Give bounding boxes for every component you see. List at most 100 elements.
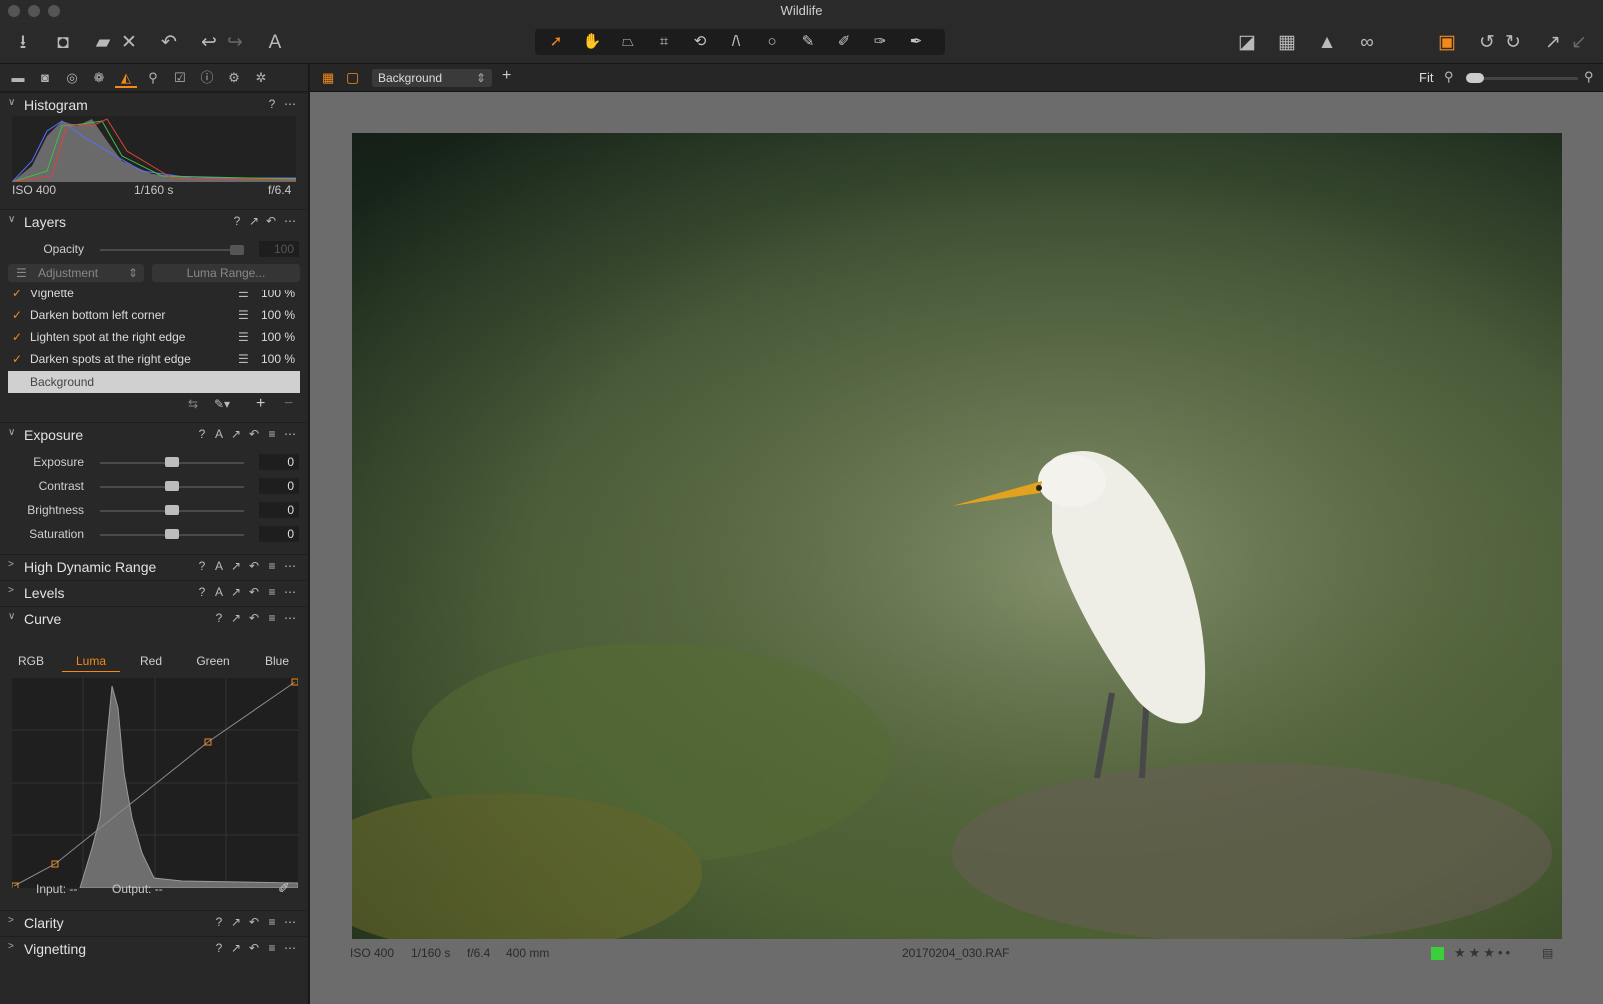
output-icon[interactable]: ⚙ — [223, 68, 245, 88]
reset-icon[interactable]: ↶ — [246, 427, 262, 441]
reset-icon[interactable]: ↶ — [246, 915, 262, 929]
copy-icon[interactable]: ↗ — [228, 585, 244, 599]
presets-icon[interactable]: ≡ — [264, 941, 280, 955]
reset-icon[interactable]: ↶ — [246, 559, 262, 573]
lens-icon[interactable]: ◎ — [61, 68, 83, 88]
more-icon[interactable]: ⋯ — [282, 941, 298, 955]
hdr-header[interactable]: > High Dynamic Range ? A ↗ ↶ ≡ ⋯ — [0, 554, 309, 579]
main-photo[interactable] — [352, 133, 1562, 939]
spot-tool-icon[interactable]: ○ — [755, 29, 789, 55]
auto-icon[interactable]: A — [211, 559, 227, 573]
brush-dropdown-icon[interactable]: ✎▾ — [214, 397, 230, 411]
layers-header[interactable]: ∨ Layers ? ↗ ↶ ⋯ — [0, 209, 309, 234]
capture-icon[interactable]: ◙ — [34, 68, 56, 88]
copy-icon[interactable]: ↗ — [246, 214, 262, 228]
redo-icon[interactable]: ↪ — [222, 30, 248, 56]
camera-icon[interactable]: ◘ — [50, 30, 76, 56]
brightness-knob[interactable] — [165, 505, 179, 515]
picker-icon[interactable]: ✐ — [278, 880, 290, 897]
help-icon[interactable]: ? — [211, 941, 227, 955]
apply-adjustments-icon[interactable]: ↙ — [1566, 30, 1592, 56]
auto-icon[interactable]: A — [211, 585, 227, 599]
auto-adjust-icon[interactable]: A — [262, 30, 288, 56]
presets-icon[interactable]: ≡ — [264, 585, 280, 599]
help-icon[interactable]: ? — [229, 214, 245, 228]
single-view-icon[interactable]: ▢ — [346, 69, 359, 86]
layer-select[interactable]: Background ⇕ — [372, 69, 492, 87]
more-icon[interactable]: ⋯ — [282, 611, 298, 625]
presets-icon[interactable]: ≡ — [264, 427, 280, 441]
exposure-value[interactable]: 0 — [259, 454, 299, 470]
star-rating[interactable]: ★★★•• — [1454, 945, 1513, 961]
multi-view-icon[interactable]: ▦ — [322, 70, 334, 86]
layer-row[interactable]: ✓ Darken bottom left corner ☰ 100 % — [8, 304, 300, 326]
reset-icon[interactable]: ↶ — [263, 214, 279, 228]
minimize-window-button[interactable] — [28, 5, 40, 17]
move-to-folder-icon[interactable]: ▰ — [90, 30, 116, 56]
copy-icon[interactable]: ↗ — [228, 559, 244, 573]
brightness-value[interactable]: 0 — [259, 502, 299, 518]
add-layer-icon[interactable]: + — [256, 395, 265, 413]
brush-tool-icon[interactable]: ✎ — [791, 29, 825, 55]
opacity-slider[interactable] — [100, 249, 244, 251]
checkmark-icon[interactable]: ✓ — [12, 304, 22, 326]
exposure-warning-icon[interactable]: ▲ — [1314, 30, 1340, 56]
histogram-header[interactable]: ∨ Histogram ? ⋯ — [0, 92, 309, 117]
swap-icon[interactable]: ⇆ — [188, 397, 198, 411]
import-icon[interactable]: ⭳ — [10, 30, 36, 56]
exposure-knob[interactable] — [165, 457, 179, 467]
copy-icon[interactable]: ↗ — [228, 611, 244, 625]
auto-icon[interactable]: A — [211, 427, 227, 441]
help-icon[interactable]: ? — [194, 427, 210, 441]
pen-tool-icon[interactable]: ✒ — [899, 29, 933, 55]
presets-icon[interactable]: ≡ — [264, 611, 280, 625]
gradient-tool-icon[interactable]: ✑ — [863, 29, 897, 55]
vignetting-header[interactable]: > Vignetting ? ↗ ↶ ≡ ⋯ — [0, 936, 309, 961]
erase-tool-icon[interactable]: ✐ — [827, 29, 861, 55]
curve-tab-rgb[interactable]: RGB — [2, 654, 60, 668]
curve-tab-red[interactable]: Red — [122, 654, 180, 668]
help-icon[interactable]: ? — [264, 97, 280, 111]
rotate-tool-icon[interactable]: ⟲ — [683, 29, 717, 55]
exposure-tab-icon[interactable]: ◭ — [115, 68, 137, 88]
more-icon[interactable]: ⋯ — [282, 97, 298, 111]
close-window-button[interactable] — [8, 5, 20, 17]
adjustment-select[interactable]: ☰ Adjustment ⇕ — [8, 264, 144, 282]
delete-icon[interactable]: ✕ — [116, 30, 142, 56]
add-layer-icon[interactable]: + — [502, 67, 511, 85]
copy-icon[interactable]: ↗ — [228, 915, 244, 929]
levels-header[interactable]: > Levels ? A ↗ ↶ ≡ ⋯ — [0, 580, 309, 605]
copy-adjustments-icon[interactable]: ↗ — [1540, 30, 1566, 56]
list-icon[interactable]: ▤ — [1542, 946, 1553, 960]
zoom-knob[interactable] — [1466, 73, 1484, 83]
reset-icon[interactable]: ↶ — [246, 611, 262, 625]
reset-icon[interactable]: ↶ — [156, 30, 182, 56]
undo-icon[interactable]: ↩ — [196, 30, 222, 56]
proof-icon[interactable]: ∞ — [1354, 30, 1380, 56]
keystone-tool-icon[interactable]: ⏢ — [611, 29, 645, 55]
help-icon[interactable]: ? — [194, 559, 210, 573]
straighten-tool-icon[interactable]: /\ — [719, 29, 753, 55]
opacity-value[interactable]: 100 — [259, 241, 299, 257]
adjustments-icon[interactable]: ☑ — [169, 68, 191, 88]
help-icon[interactable]: ? — [211, 611, 227, 625]
more-icon[interactable]: ⋯ — [282, 585, 298, 599]
pointer-tool-icon[interactable]: ➚ — [539, 29, 573, 55]
contrast-knob[interactable] — [165, 481, 179, 491]
pan-tool-icon[interactable]: ✋ — [575, 29, 609, 55]
checkmark-icon[interactable]: ✓ — [12, 348, 22, 370]
library-icon[interactable]: ▬ — [7, 68, 29, 88]
curve-tab-luma[interactable]: Luma — [62, 654, 120, 672]
copy-icon[interactable]: ↗ — [228, 941, 244, 955]
curve-header[interactable]: ∨ Curve ? ↗ ↶ ≡ ⋯ — [0, 606, 309, 631]
zoom-in-icon[interactable]: ⚲ — [1584, 69, 1594, 85]
reset-icon[interactable]: ↶ — [246, 941, 262, 955]
checkmark-icon[interactable]: ✓ — [12, 290, 22, 304]
contrast-value[interactable]: 0 — [259, 478, 299, 494]
metadata-icon[interactable]: ⓘ — [196, 68, 218, 88]
reset-icon[interactable]: ↶ — [246, 585, 262, 599]
edit-selected-icon[interactable]: ▣ — [1434, 30, 1460, 56]
presets-icon[interactable]: ≡ — [264, 915, 280, 929]
curve-graph[interactable] — [12, 678, 298, 888]
presets-icon[interactable]: ≡ — [264, 559, 280, 573]
